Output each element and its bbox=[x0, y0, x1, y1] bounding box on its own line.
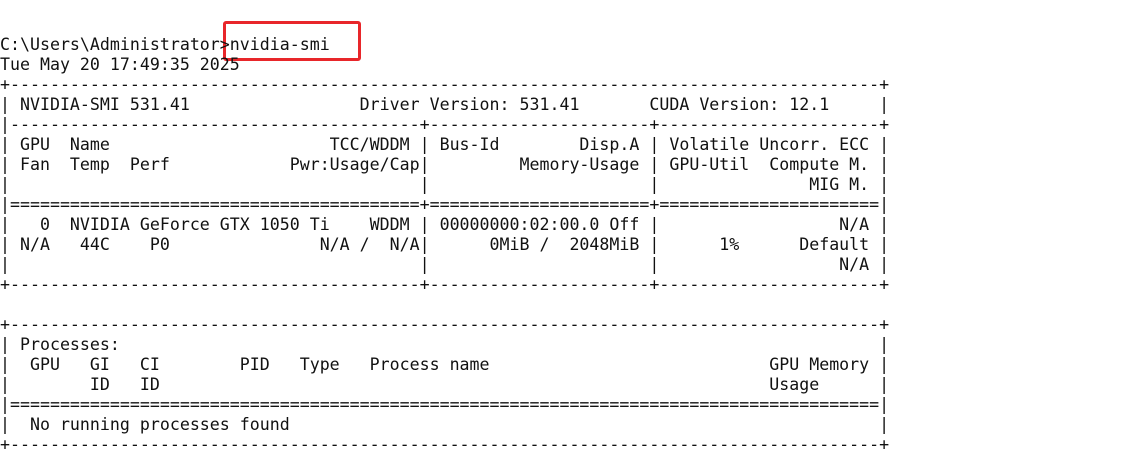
output-line: +---------------------------------------… bbox=[0, 435, 890, 454]
output-line: +---------------------------------------… bbox=[0, 75, 890, 94]
prompt-path: C:\Users\Administrator> bbox=[0, 35, 230, 54]
output-line: +---------------------------------------… bbox=[0, 315, 890, 334]
output-line: | ID ID Usage | bbox=[0, 375, 890, 394]
output-line: | 0 NVIDIA GeForce GTX 1050 Ti WDDM | 00… bbox=[0, 215, 890, 234]
output-line: | No running processes found | bbox=[0, 415, 890, 434]
output-line: +---------------------------------------… bbox=[0, 275, 890, 294]
output-line: | | | MIG M. | bbox=[0, 175, 890, 194]
output-line: | GPU GI CI PID Type Process name GPU Me… bbox=[0, 355, 890, 374]
timestamp-line: Tue May 20 17:49:35 2025 bbox=[0, 55, 240, 74]
output-line: | GPU Name TCC/WDDM | Bus-Id Disp.A | Vo… bbox=[0, 135, 890, 154]
output-line: |=======================================… bbox=[0, 395, 890, 414]
output-line: |=======================================… bbox=[0, 195, 890, 214]
output-line: | Fan Temp Perf Pwr:Usage/Cap| Memory-Us… bbox=[0, 155, 890, 174]
output-line: | | | N/A | bbox=[0, 255, 890, 274]
prompt-line: C:\Users\Administrator>nvidia-smi bbox=[0, 35, 889, 55]
output-line: | Processes: | bbox=[0, 335, 890, 354]
output-line: | NVIDIA-SMI 531.41 Driver Version: 531.… bbox=[0, 95, 890, 114]
output-line: | N/A 44C P0 N/A / N/A| 0MiB / 2048MiB |… bbox=[0, 235, 890, 254]
terminal-output: C:\Users\Administrator>nvidia-smi Tue May… bbox=[0, 35, 889, 455]
output-line: |---------------------------------------… bbox=[0, 115, 890, 134]
command-text: nvidia-smi bbox=[229, 35, 330, 54]
